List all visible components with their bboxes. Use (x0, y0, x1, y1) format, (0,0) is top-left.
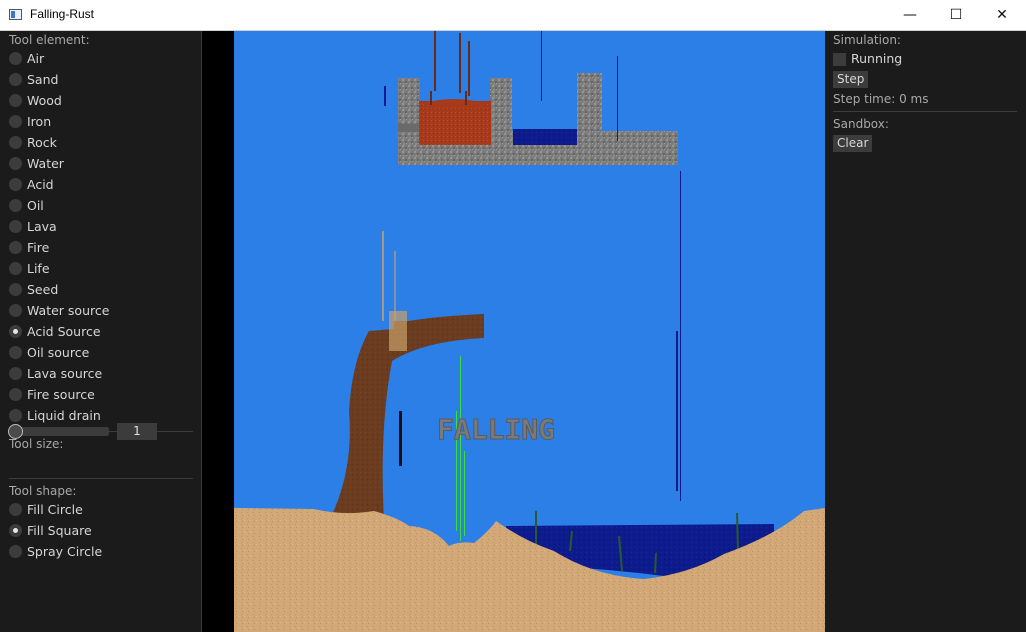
shape-option-label: Fill Square (27, 522, 92, 538)
separator (9, 478, 193, 479)
radio-button[interactable] (9, 219, 22, 233)
lava-pool (419, 101, 491, 145)
element-option-label: Rock (27, 134, 57, 150)
tool-element-heading: Tool element: (9, 33, 90, 47)
close-button[interactable]: ✕ (979, 0, 1025, 30)
running-label[interactable]: Running (851, 51, 902, 66)
element-option-label: Water (27, 155, 64, 171)
running-checkbox[interactable] (833, 53, 846, 66)
radio-button[interactable] (9, 544, 22, 558)
title-bar: Falling-Rust — ☐ ✕ (0, 0, 1026, 31)
tool-size-heading: Tool size: (9, 437, 64, 451)
app-icon (9, 9, 22, 20)
falling-text: FALLING (437, 413, 555, 446)
shape-option-label: Spray Circle (27, 543, 103, 559)
separator (833, 111, 1017, 112)
step-time-text: Step time: 0 ms (833, 92, 929, 106)
radio-button[interactable] (9, 324, 22, 338)
step-button[interactable]: Step (833, 71, 869, 88)
element-option-label: Sand (27, 71, 59, 87)
element-option-iron[interactable]: Iron (9, 111, 51, 131)
element-option-label: Lava (27, 218, 57, 234)
element-option-label: Lava source (27, 365, 103, 381)
element-option-oil[interactable]: Oil (9, 195, 44, 215)
radio-button[interactable] (9, 114, 22, 128)
element-option-label: Water source (27, 302, 110, 318)
radio-button[interactable] (9, 198, 22, 212)
canvas-margin (202, 31, 234, 632)
sandbox-canvas[interactable]: FALLING (234, 31, 825, 632)
tool-size-slider-handle[interactable] (8, 424, 23, 439)
element-option-fire-source[interactable]: Fire source (9, 384, 95, 404)
simulation-heading: Simulation: (833, 33, 901, 47)
radio-button[interactable] (9, 523, 22, 537)
element-option-acid[interactable]: Acid (9, 174, 54, 194)
window-title: Falling-Rust (30, 7, 95, 21)
element-option-label: Life (27, 260, 50, 276)
element-option-wood[interactable]: Wood (9, 90, 62, 110)
element-option-label: Seed (27, 281, 59, 297)
element-option-label: Liquid drain (27, 407, 101, 423)
shape-option-fill-circle[interactable]: Fill Circle (9, 499, 83, 519)
element-option-lava-source[interactable]: Lava source (9, 363, 102, 383)
radio-button[interactable] (9, 502, 22, 516)
element-option-water-source[interactable]: Water source (9, 300, 109, 320)
element-option-label: Acid (27, 176, 54, 192)
element-option-rock[interactable]: Rock (9, 132, 57, 152)
element-option-label: Fire (27, 239, 50, 255)
shape-option-fill-square[interactable]: Fill Square (9, 520, 92, 540)
tool-size-slider[interactable] (13, 427, 109, 436)
element-option-water[interactable]: Water (9, 153, 64, 173)
element-option-label: Iron (27, 113, 52, 129)
element-option-liquid-drain[interactable]: Liquid drain (9, 405, 101, 425)
element-option-label: Oil (27, 197, 44, 213)
tool-shape-heading: Tool shape: (9, 484, 77, 498)
element-option-fire[interactable]: Fire (9, 237, 49, 257)
minimize-button[interactable]: — (887, 0, 933, 30)
element-option-acid-source[interactable]: Acid Source (9, 321, 101, 341)
shape-option-label: Fill Circle (27, 501, 83, 517)
radio-button[interactable] (9, 387, 22, 401)
element-option-air[interactable]: Air (9, 48, 44, 68)
radio-button[interactable] (9, 156, 22, 170)
radio-button[interactable] (9, 282, 22, 296)
radio-button[interactable] (9, 240, 22, 254)
element-option-oil-source[interactable]: Oil source (9, 342, 89, 362)
dark-particles (399, 411, 402, 466)
water-pool-top (513, 129, 577, 145)
radio-button[interactable] (9, 51, 22, 65)
app-window: Falling-Rust — ☐ ✕ Tool element: Air Sand… (0, 0, 1026, 632)
element-option-label: Fire source (27, 386, 95, 402)
element-option-life[interactable]: Life (9, 258, 50, 278)
radio-button[interactable] (9, 408, 22, 422)
element-option-seed[interactable]: Seed (9, 279, 58, 299)
maximize-button[interactable]: ☐ (933, 0, 979, 30)
radio-button[interactable] (9, 177, 22, 191)
radio-button[interactable] (9, 261, 22, 275)
element-option-label: Oil source (27, 344, 90, 360)
shape-option-spray-circle[interactable]: Spray Circle (9, 541, 102, 561)
radio-button[interactable] (9, 366, 22, 380)
radio-button[interactable] (9, 93, 22, 107)
element-option-label: Acid Source (27, 323, 101, 339)
radio-button[interactable] (9, 345, 22, 359)
simulation-panel: Simulation: Running Step Step time: 0 ms… (825, 31, 1026, 632)
tool-size-input[interactable]: 1 (117, 423, 157, 440)
element-option-label: Wood (27, 92, 62, 108)
element-option-lava[interactable]: Lava (9, 216, 57, 236)
element-option-sand[interactable]: Sand (9, 69, 58, 89)
clear-button[interactable]: Clear (833, 135, 873, 152)
sandbox-heading: Sandbox: (833, 117, 889, 131)
element-option-label: Air (27, 50, 45, 66)
radio-button[interactable] (9, 72, 22, 86)
radio-button[interactable] (9, 135, 22, 149)
radio-button[interactable] (9, 303, 22, 317)
